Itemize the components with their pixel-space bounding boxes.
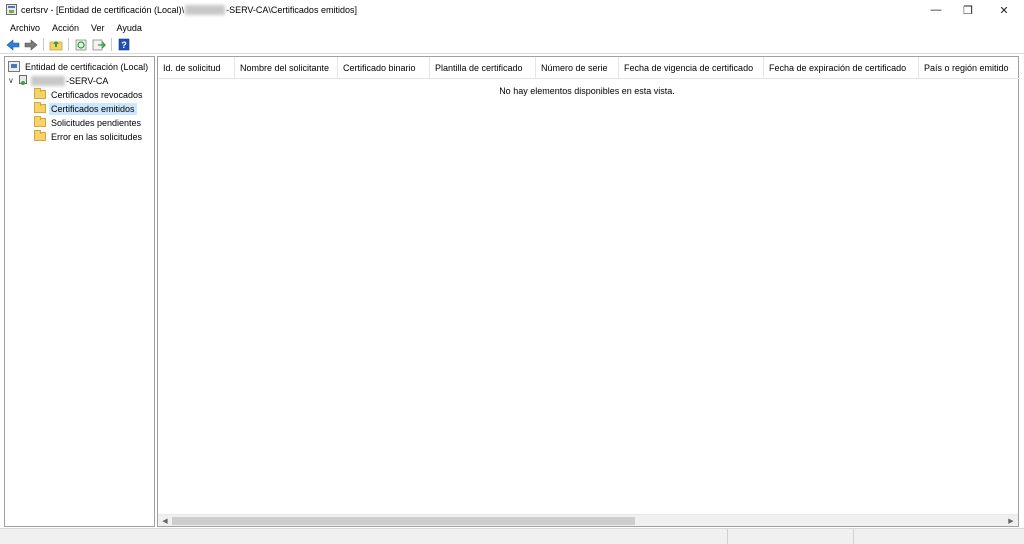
console-tree[interactable]: Entidad de certificación (Local) ∨ -SERV… [4, 56, 155, 527]
tree-item-label: Certificados revocados [51, 89, 143, 100]
toolbar-separator [111, 38, 112, 51]
column-header-plantilla-certificado[interactable]: Plantilla de certificado [430, 57, 536, 79]
tree-item-certificados-emitidos[interactable]: Certificados emitidos [34, 102, 137, 115]
column-header-fecha-vigencia[interactable]: Fecha de vigencia de certificado [619, 57, 764, 79]
window-title-suffix: -SERV-CA\Certificados emitidos] [226, 5, 357, 15]
tree-ca-node[interactable]: ∨ -SERV-CA [8, 74, 110, 87]
refresh-button[interactable] [72, 37, 89, 53]
redacted-server-name [31, 75, 65, 86]
minimize-button[interactable]: — [920, 0, 952, 20]
column-header-pais-region[interactable]: País o región emitido [919, 57, 1020, 79]
toolbar: ? [0, 36, 1024, 54]
menu-ver[interactable]: Ver [85, 23, 111, 33]
folder-icon [34, 102, 46, 113]
tree-item-label: Certificados emitidos [49, 102, 137, 115]
column-header-id-solicitud[interactable]: Id. de solicitud [158, 57, 235, 79]
column-headers: Id. de solicitud Nombre del solicitante … [158, 57, 1020, 79]
folder-icon [34, 130, 46, 141]
menu-ayuda[interactable]: Ayuda [111, 23, 148, 33]
minimize-icon: — [930, 4, 942, 16]
export-list-button[interactable] [90, 37, 107, 53]
tree-root-label: Entidad de certificación (Local) [25, 61, 149, 72]
title-bar: certsrv - [Entidad de certificación (Loc… [0, 0, 1024, 20]
svg-text:?: ? [121, 40, 127, 50]
tree-ca-label: -SERV-CA [66, 75, 109, 86]
empty-list-message: No hay elementos disponibles en esta vis… [499, 86, 675, 96]
restore-icon: ❐ [963, 4, 973, 17]
close-button[interactable]: ✕ [984, 0, 1024, 20]
folder-icon [34, 116, 46, 127]
folder-icon [34, 88, 46, 99]
close-icon: ✕ [999, 4, 1009, 17]
column-header-certificado-binario[interactable]: Certificado binario [338, 57, 430, 79]
refresh-icon [75, 39, 86, 50]
tree-item-certificados-revocados[interactable]: Certificados revocados [34, 88, 145, 101]
back-button[interactable] [4, 37, 21, 53]
window-title: certsrv - [Entidad de certificación (Loc… [21, 5, 357, 15]
window-controls: — ❐ ✕ [920, 0, 1024, 20]
forward-button[interactable] [22, 37, 39, 53]
status-bar-segment [853, 529, 854, 544]
forward-arrow-icon [24, 38, 37, 51]
help-button[interactable]: ? [115, 37, 132, 53]
folder-up-icon [49, 40, 62, 50]
certification-authority-root-icon [8, 61, 20, 72]
horizontal-scrollbar[interactable]: ◀ ▶ [158, 514, 1018, 526]
tree-item-label: Error en las solicitudes [51, 131, 143, 142]
column-header-fecha-expiracion[interactable]: Fecha de expiración de certificado [764, 57, 919, 79]
toolbar-separator [68, 38, 69, 51]
up-one-level-button[interactable] [47, 37, 64, 53]
menu-accion[interactable]: Acción [46, 23, 85, 33]
scroll-left-icon[interactable]: ◀ [159, 516, 171, 526]
window-title-prefix: certsrv - [Entidad de certificación (Loc… [21, 5, 185, 15]
certsrv-app-icon[interactable] [6, 4, 17, 15]
chevron-down-icon[interactable]: ∨ [8, 76, 18, 85]
toolbar-separator [43, 38, 44, 51]
column-header-nombre-solicitante[interactable]: Nombre del solicitante [235, 57, 338, 79]
menu-archivo[interactable]: Archivo [4, 23, 46, 33]
restore-button[interactable]: ❐ [952, 0, 984, 20]
tree-item-label: Solicitudes pendientes [51, 117, 142, 128]
back-arrow-icon [6, 38, 19, 51]
scroll-right-icon[interactable]: ▶ [1005, 516, 1017, 526]
ca-server-icon [18, 75, 27, 86]
column-header-numero-serie[interactable]: Número de serie [536, 57, 619, 79]
results-list[interactable]: Id. de solicitud Nombre del solicitante … [157, 56, 1020, 527]
tree-item-error-en-las-solicitudes[interactable]: Error en las solicitudes [34, 130, 144, 143]
help-icon: ? [118, 38, 129, 51]
tree-root[interactable]: Entidad de certificación (Local) [8, 60, 150, 73]
status-bar-segment [727, 529, 728, 544]
redacted-server-name [185, 5, 226, 15]
scrollbar-thumb[interactable] [172, 517, 635, 525]
menu-bar: Archivo Acción Ver Ayuda [0, 20, 1024, 35]
tree-item-solicitudes-pendientes[interactable]: Solicitudes pendientes [34, 116, 143, 129]
status-bar [0, 528, 1024, 544]
export-list-icon [92, 39, 106, 50]
